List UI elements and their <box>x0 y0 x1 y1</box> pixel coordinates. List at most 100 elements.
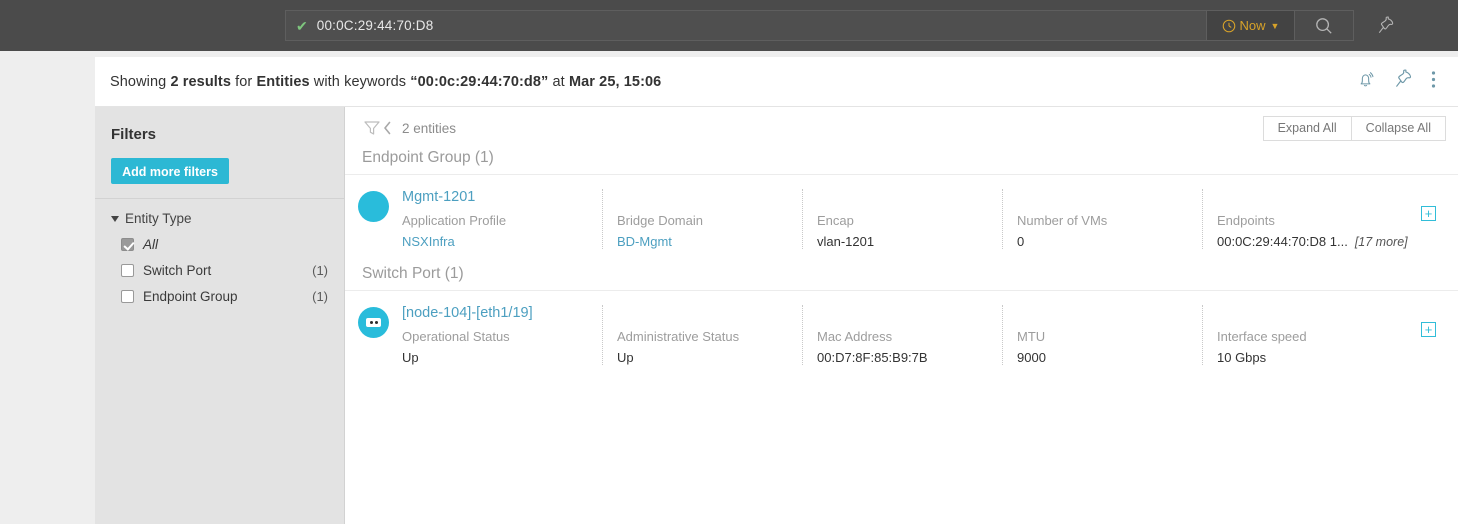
chevron-left-icon <box>384 121 391 135</box>
field-label: Mac Address <box>817 329 893 344</box>
table-row[interactable]: Mgmt-1201 Application Profile NSXInfra B… <box>345 174 1458 265</box>
field-label: Number of VMs <box>1017 213 1108 228</box>
summary-prefix: Showing <box>110 73 171 90</box>
summary-at: at <box>548 73 569 90</box>
add-more-filters-button[interactable]: Add more filters <box>111 158 229 184</box>
entity-field-interface-speed: Interface speed 10 Gbps <box>1202 305 1448 365</box>
avatar <box>345 305 402 338</box>
global-search-area: ✔ 00:0C:29:44:70:D8 Now ▼ <box>285 10 1410 41</box>
bell-icon[interactable] <box>1355 69 1376 95</box>
endpoints-value: 00:0C:29:44:70:D8 1... <box>1217 234 1348 249</box>
filter-funnel-icon <box>364 121 380 135</box>
field-label: Interface speed <box>1217 329 1307 344</box>
check-icon: ✔ <box>296 17 308 34</box>
search-icon <box>1316 17 1332 34</box>
entity-name-link[interactable]: Mgmt-1201 <box>402 189 602 205</box>
field-label: Administrative Status <box>617 329 740 344</box>
entity-field-mac-address: Mac Address 00:D7:8F:85:B9:7B <box>802 305 1002 365</box>
field-label: Application Profile <box>402 213 507 228</box>
checkbox-icon[interactable] <box>121 264 134 277</box>
entity-name-link[interactable]: [node-104]-[eth1/19] <box>402 305 602 321</box>
results-toolbar: 2 entities Expand All Collapse All <box>345 107 1458 149</box>
switch-port-icon <box>358 307 389 338</box>
top-header-bar: ✔ 00:0C:29:44:70:D8 Now ▼ <box>0 0 1458 51</box>
card-body: Filters Add more filters Entity Type All… <box>95 107 1458 524</box>
field-label: Endpoints <box>1217 213 1275 228</box>
circle-icon <box>358 191 389 222</box>
summary-timestamp: Mar 25, 15:06 <box>568 73 662 90</box>
entity-field-operational-status: [node-104]-[eth1/19] Operational Status … <box>402 305 602 365</box>
filter-option-all[interactable]: All <box>121 237 328 252</box>
plus-box-icon[interactable]: + <box>1421 322 1436 337</box>
filters-title: Filters <box>111 126 157 143</box>
field-value: vlan-1201 <box>817 234 875 249</box>
pin-icon <box>1378 16 1394 33</box>
entities-count-label: 2 entities <box>402 120 457 136</box>
checkbox-icon[interactable] <box>121 238 134 251</box>
entity-field-administrative-status: Administrative Status Up <box>602 305 802 365</box>
entity-field-application-profile: Mgmt-1201 Application Profile NSXInfra <box>402 189 602 249</box>
summary-keyword-value: “00:0c:29:44:70:d8” <box>410 73 549 90</box>
expand-collapse-group: Expand All Collapse All <box>1262 115 1446 141</box>
filter-option-label: Endpoint Group <box>143 289 238 304</box>
entity-field-bridge-domain: Bridge Domain BD-Mgmt <box>602 189 802 249</box>
field-label: Bridge Domain <box>617 213 703 228</box>
section-title-endpoint-group: Endpoint Group (1) <box>362 149 494 166</box>
time-range-label: Now <box>1239 18 1266 33</box>
port-glyph <box>366 318 381 327</box>
card-header-actions <box>1355 69 1444 95</box>
expand-all-button[interactable]: Expand All <box>1262 115 1352 141</box>
chevron-down-icon: ▼ <box>1270 20 1280 31</box>
results-summary-text: Showing 2 results for Entities with keyw… <box>110 74 661 90</box>
entity-field-encap: Encap vlan-1201 <box>802 189 1002 249</box>
filters-divider <box>95 198 344 199</box>
search-button[interactable] <box>1295 10 1354 41</box>
triangle-down-icon <box>111 215 119 222</box>
kebab-menu-icon[interactable] <box>1431 70 1436 94</box>
summary-keywords-word: with keywords <box>309 73 411 90</box>
collapse-all-button[interactable]: Collapse All <box>1351 115 1446 141</box>
summary-for: for <box>231 73 257 90</box>
field-value: 10 Gbps <box>1217 350 1267 365</box>
filter-option-endpoint-group[interactable]: Endpoint Group (1) <box>121 289 328 304</box>
entity-field-number-of-vms: Number of VMs 0 <box>1002 189 1202 249</box>
field-value: Up <box>402 350 419 365</box>
endpoints-more-label[interactable]: [17 more] <box>1355 235 1408 249</box>
field-label: MTU <box>1017 329 1046 344</box>
filter-option-count: (1) <box>312 289 328 304</box>
filter-option-switch-port[interactable]: Switch Port (1) <box>121 263 328 278</box>
time-range-dropdown[interactable]: Now ▼ <box>1207 10 1295 41</box>
field-value[interactable]: BD-Mgmt <box>617 234 802 249</box>
filter-group-label: Entity Type <box>125 211 192 226</box>
entity-fields: [node-104]-[eth1/19] Operational Status … <box>402 305 1458 365</box>
summary-count: 2 results <box>170 73 231 90</box>
filter-toggle[interactable] <box>362 118 392 138</box>
field-value: Up <box>617 350 634 365</box>
entity-fields: Mgmt-1201 Application Profile NSXInfra B… <box>402 189 1458 249</box>
section-title-switch-port: Switch Port (1) <box>362 265 464 282</box>
filter-option-label: All <box>143 237 159 252</box>
plus-box-icon[interactable]: + <box>1421 206 1436 221</box>
results-summary-bar: Showing 2 results for Entities with keyw… <box>95 57 1458 107</box>
filters-panel: Filters Add more filters Entity Type All… <box>95 107 345 524</box>
clock-icon <box>1222 19 1235 32</box>
checkbox-icon[interactable] <box>121 290 134 303</box>
search-input[interactable]: ✔ 00:0C:29:44:70:D8 <box>285 10 1207 41</box>
port-dot <box>369 321 373 324</box>
filter-option-label: Switch Port <box>143 263 212 278</box>
search-token-value: 00:0C:29:44:70:D8 <box>316 18 434 33</box>
field-value[interactable]: NSXInfra <box>402 234 602 249</box>
entity-field-endpoints: Endpoints 00:0C:29:44:70:D8 1... [17 more… <box>1202 189 1448 249</box>
field-value: 00:0C:29:44:70:D8 1... [17 more] <box>1217 234 1448 249</box>
table-row[interactable]: [node-104]-[eth1/19] Operational Status … <box>345 290 1458 381</box>
field-value: 0 <box>1017 234 1025 249</box>
entity-field-mtu: MTU 9000 <box>1002 305 1202 365</box>
pin-button[interactable] <box>1362 10 1410 41</box>
results-panel: 2 entities Expand All Collapse All Endpo… <box>345 107 1458 524</box>
avatar <box>345 189 402 222</box>
field-label: Operational Status <box>402 329 510 344</box>
filter-group-entity-type[interactable]: Entity Type <box>111 211 328 226</box>
pin-icon[interactable] <box>1393 69 1414 95</box>
field-value: 9000 <box>1017 350 1046 365</box>
field-value: 00:D7:8F:85:B9:7B <box>817 350 928 365</box>
